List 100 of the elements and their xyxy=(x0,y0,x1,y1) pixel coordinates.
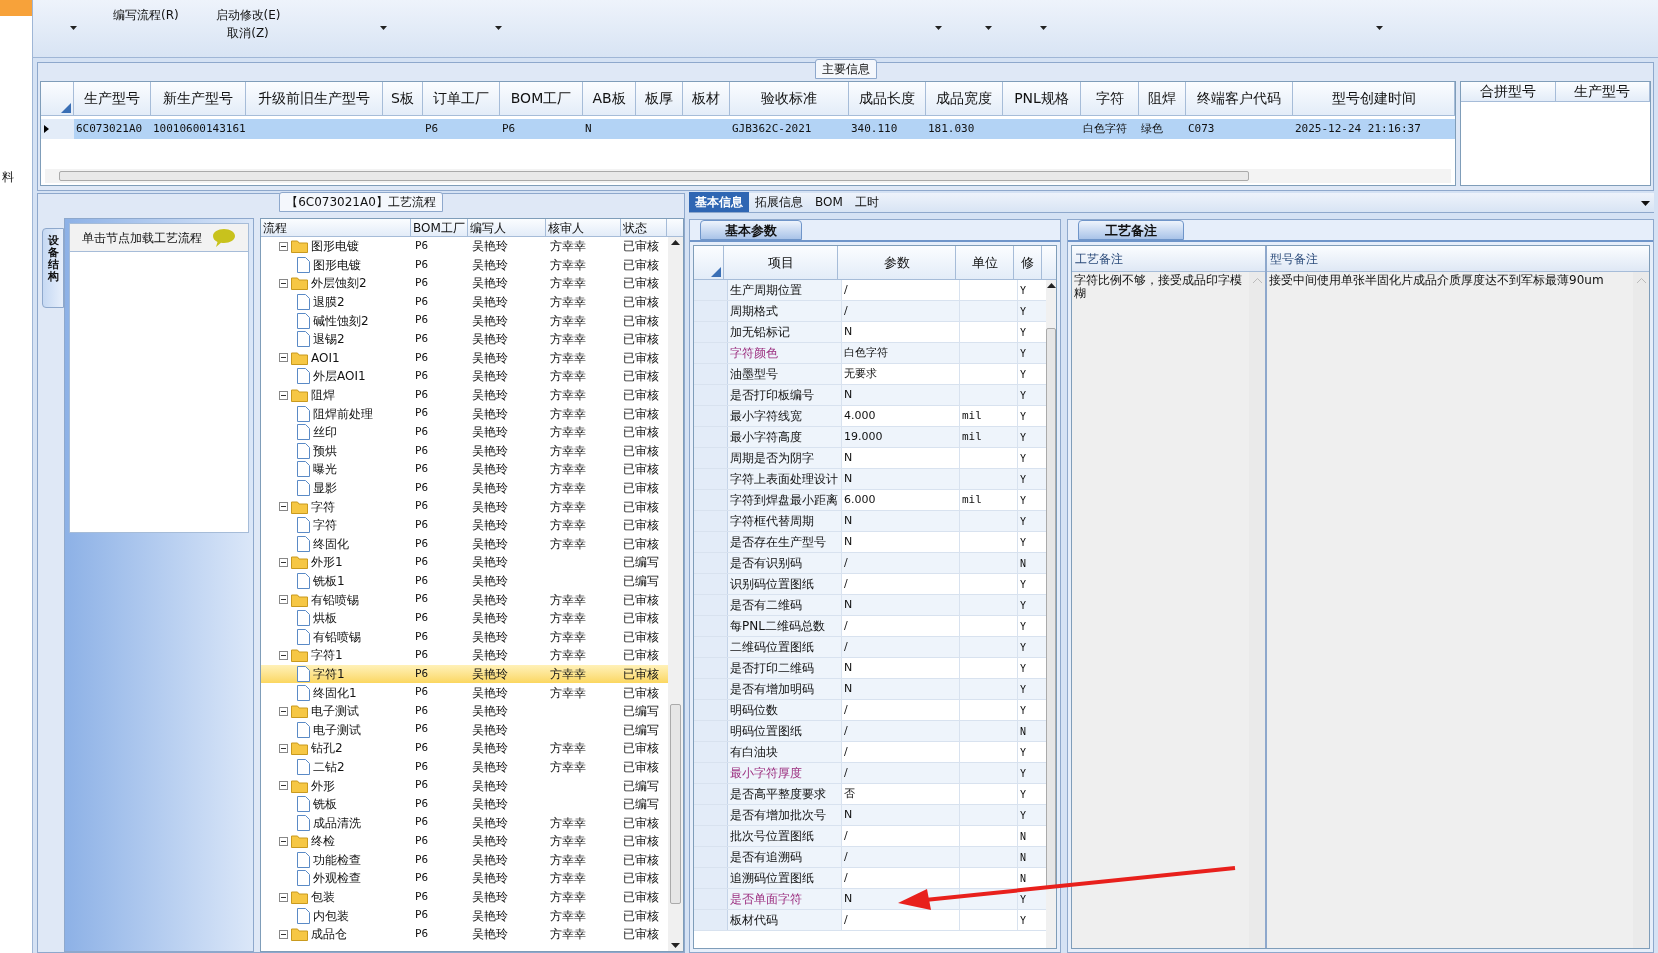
parameter-value[interactable]: / xyxy=(842,763,960,783)
column-header[interactable]: 生产型号 xyxy=(1555,82,1650,101)
row-header[interactable] xyxy=(694,343,728,363)
tree-row[interactable]: AOI1 P6 吴艳玲 方幸幸 已审核 xyxy=(261,348,668,368)
scroll-down-icon[interactable] xyxy=(671,943,680,948)
dropdown-icon[interactable] xyxy=(1641,201,1650,206)
tree-row[interactable]: 电子测试 P6 吴艳玲 已编写 xyxy=(261,720,668,740)
collapse-icon[interactable] xyxy=(279,781,288,790)
parameter-value[interactable]: N xyxy=(842,679,960,699)
collapse-icon[interactable] xyxy=(279,502,288,512)
column-header[interactable]: 字符 xyxy=(1081,82,1139,115)
parameter-value[interactable]: / xyxy=(842,742,960,762)
parameter-value[interactable]: 6.000 xyxy=(842,490,960,510)
column-header[interactable]: 核审人 xyxy=(546,219,621,236)
column-header[interactable]: 升级前旧生产型号 xyxy=(246,82,383,115)
row-header[interactable] xyxy=(694,784,728,804)
column-header[interactable]: 成品长度 xyxy=(849,82,926,115)
collapse-icon[interactable] xyxy=(279,353,288,363)
tree-row[interactable]: 电子测试 P6 吴艳玲 已编写 xyxy=(261,701,668,721)
row-header[interactable] xyxy=(694,469,728,489)
parameter-value[interactable]: N xyxy=(842,532,960,552)
tree-row[interactable]: 外层AOI1 P6 吴艳玲 方幸幸 已审核 xyxy=(261,367,668,386)
parameter-value[interactable]: 19.000 xyxy=(842,427,960,447)
tree-row[interactable]: 字符 P6 吴艳玲 方幸幸 已审核 xyxy=(261,497,668,516)
tree-row[interactable]: 内包装 P6 吴艳玲 方幸幸 已审核 xyxy=(261,906,668,925)
tree-row[interactable]: 外形 P6 吴艳玲 已编写 xyxy=(261,776,668,795)
column-header[interactable]: 订单工厂 xyxy=(423,82,500,115)
row-header[interactable] xyxy=(694,490,728,510)
tree-row[interactable]: 字符1 P6 吴艳玲 方幸幸 已审核 xyxy=(261,664,668,684)
collapse-icon[interactable] xyxy=(279,279,288,288)
row-header[interactable] xyxy=(694,826,728,846)
tree-row[interactable]: 有铅喷锡 P6 吴艳玲 方幸幸 已审核 xyxy=(261,590,668,609)
column-header[interactable]: AB板 xyxy=(583,82,636,115)
tree-row[interactable]: 退膜2 P6 吴艳玲 方幸幸 已审核 xyxy=(261,292,668,312)
tree-row[interactable]: 丝印 P6 吴艳玲 方幸幸 已审核 xyxy=(261,422,668,442)
parameter-value[interactable]: / xyxy=(842,574,960,594)
row-header[interactable] xyxy=(694,406,728,426)
row-header[interactable] xyxy=(694,322,728,342)
row-header[interactable] xyxy=(694,637,728,657)
column-header[interactable]: 新生产型号 xyxy=(151,82,246,115)
collapse-icon[interactable] xyxy=(279,241,288,251)
parameter-value[interactable]: / xyxy=(842,910,960,930)
parameter-value[interactable]: N xyxy=(842,322,960,342)
column-header[interactable]: 终端客户代码 xyxy=(1186,82,1293,115)
parameter-value[interactable]: N xyxy=(842,805,960,825)
parameter-value[interactable]: / xyxy=(842,721,960,741)
parameter-value[interactable]: / xyxy=(842,301,960,321)
collapse-icon[interactable] xyxy=(279,743,288,753)
row-header[interactable] xyxy=(694,301,728,321)
scroll-up-icon[interactable] xyxy=(1046,283,1056,288)
tree-row[interactable]: 终固化1 P6 吴艳玲 方幸幸 已审核 xyxy=(261,683,668,702)
parameter-value[interactable]: / xyxy=(842,616,960,636)
column-header[interactable]: 合拼型号 xyxy=(1461,82,1556,101)
column-header[interactable]: 阻焊 xyxy=(1139,82,1186,115)
row-header[interactable] xyxy=(694,889,728,909)
scroll-thumb[interactable] xyxy=(670,704,681,904)
horizontal-scrollbar[interactable] xyxy=(45,169,1451,183)
toolbar-button[interactable]: 取消(Z) xyxy=(227,24,269,42)
parameter-value[interactable]: / xyxy=(842,700,960,720)
column-header[interactable]: 成品宽度 xyxy=(926,82,1003,115)
column-header[interactable]: 流程 xyxy=(261,219,411,236)
row-header[interactable] xyxy=(694,679,728,699)
column-header[interactable]: 参数 xyxy=(838,246,956,279)
tree-row[interactable]: 钻孔2 P6 吴艳玲 方幸幸 已审核 xyxy=(261,739,668,758)
tree-row[interactable]: 阻焊 P6 吴艳玲 方幸幸 已审核 xyxy=(261,385,668,405)
parameter-value[interactable]: N xyxy=(842,595,960,615)
parameter-value[interactable]: 无要求 xyxy=(842,364,960,384)
column-header[interactable]: PNL规格 xyxy=(1003,82,1081,115)
parameter-value[interactable]: / xyxy=(842,826,960,846)
tree-row[interactable]: 字符1 P6 吴艳玲 方幸幸 已审核 xyxy=(261,646,668,665)
row-header[interactable] xyxy=(694,910,728,930)
section-tab[interactable]: 基本参数 xyxy=(700,220,802,240)
row-header[interactable] xyxy=(694,280,728,300)
column-header[interactable]: 编写人 xyxy=(468,219,546,236)
column-header[interactable]: 单位 xyxy=(956,246,1014,279)
row-header[interactable] xyxy=(694,721,728,741)
parameter-value[interactable]: / xyxy=(842,868,960,888)
row-header[interactable] xyxy=(694,364,728,384)
scroll-thumb[interactable] xyxy=(1046,328,1056,888)
note-text[interactable]: 接受中间使用单张半固化片成品介质厚度达不到军标最薄90um xyxy=(1267,272,1633,948)
tree-row[interactable]: 预烘 P6 吴艳玲 方幸幸 已审核 xyxy=(261,441,668,461)
tab[interactable]: 拓展信息 xyxy=(749,192,809,212)
tree-row[interactable]: 二钻2 P6 吴艳玲 方幸幸 已审核 xyxy=(261,757,668,777)
collapse-icon[interactable] xyxy=(279,892,288,902)
column-header[interactable]: 板厚 xyxy=(636,82,683,115)
tree-row[interactable]: 包装 P6 吴艳玲 方幸幸 已审核 xyxy=(261,887,668,907)
tree-row[interactable]: 碱性蚀刻2 P6 吴艳玲 方幸幸 已审核 xyxy=(261,311,668,330)
tree-row[interactable]: 成品清洗 P6 吴艳玲 方幸幸 已审核 xyxy=(261,813,668,832)
toolbar-button[interactable]: 编写流程(R) xyxy=(113,6,179,24)
tab[interactable]: BOM xyxy=(809,192,849,212)
column-header[interactable]: 状态 xyxy=(621,219,667,236)
parameter-value[interactable]: N xyxy=(842,469,960,489)
tree-row[interactable]: 铣板 P6 吴艳玲 已编写 xyxy=(261,794,668,814)
row-header[interactable] xyxy=(694,742,728,762)
row-header[interactable] xyxy=(694,616,728,636)
tree-row[interactable]: 阻焊前处理 P6 吴艳玲 方幸幸 已审核 xyxy=(261,404,668,423)
row-header[interactable] xyxy=(694,700,728,720)
row-header[interactable] xyxy=(694,574,728,594)
parameter-value[interactable]: N xyxy=(842,511,960,531)
parameter-value[interactable]: 白色字符 xyxy=(842,343,960,363)
